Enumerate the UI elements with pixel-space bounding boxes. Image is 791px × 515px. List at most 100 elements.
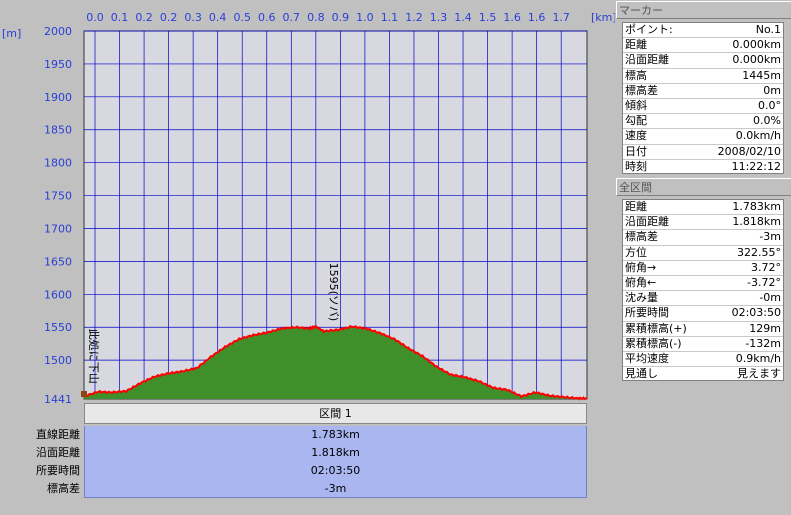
elevation-chart: 0.0 0.1 0.2 0.2 0.3 0.4 0.5 0.6 0.7 0.8 0.9 1.0 1.1 1… (2, 11, 615, 403)
y-tick-label: 1950 (44, 58, 72, 71)
info-row: 傾斜 0.0° (623, 98, 783, 115)
info-row: 距離 0.000km (623, 38, 783, 54)
x-tick-label: 0.1 (111, 11, 129, 24)
info-key: 俯角← (625, 275, 657, 289)
info-value: 0.0% (753, 114, 781, 128)
info-row: 標高差 -3m (623, 230, 783, 246)
info-value: 1445m (742, 68, 781, 82)
summary-label: 標高差 (47, 482, 80, 495)
info-row: 累積標高(+) 129m (623, 322, 783, 337)
start-marker[interactable] (81, 391, 87, 397)
whole-section-panel: 距離 1.783km 沿面距離 1.818km 標高差 -3m 方位 322.55° 俯角→ 3.… (622, 199, 784, 381)
info-row: 標高差 0m (623, 84, 783, 99)
info-key: 標高差 (625, 230, 658, 244)
info-key: 所要時間 (625, 306, 669, 320)
y-tick-label: 1850 (44, 124, 72, 137)
info-key: 俯角→ (625, 260, 657, 274)
info-value: 0m (763, 83, 781, 97)
info-row: 沿面距離 1.818km (623, 215, 783, 231)
info-row: 俯角← -3.72° (623, 275, 783, 292)
info-row: 時刻 11:22:12 (623, 160, 783, 175)
x-tick-label: 0.6 (258, 11, 276, 24)
info-row: 速度 0.0km/h (623, 129, 783, 145)
y-tick-label: 1650 (44, 255, 72, 268)
info-row: 累積標高(-) -132m (623, 337, 783, 352)
y-unit-label: [m] (2, 27, 21, 40)
summary-value: 1.818km (84, 444, 587, 462)
summary-label: 沿面距離 (36, 446, 80, 459)
info-row: 沿面距離 0.000km (623, 53, 783, 69)
x-tick-label: 1.4 (454, 11, 472, 24)
info-value: 11:22:12 (731, 159, 781, 173)
info-value: 0.000km (732, 38, 781, 52)
info-row: 方位 322.55° (623, 246, 783, 261)
x-tick-label: 1.3 (430, 11, 448, 24)
info-row: 勾配 0.0% (623, 114, 783, 130)
summary-label: 所要時間 (36, 464, 80, 477)
x-tick-label: 0.7 (283, 11, 301, 24)
x-tick-label: 1.0 (356, 11, 374, 24)
marker-panel: ポイント: No.1 距離 0.000km 沿面距離 0.000km 標高 1445m 標高差 0… (622, 22, 784, 174)
info-key: 傾斜 (625, 98, 647, 112)
y-min-label: 1441 (44, 393, 72, 403)
x-tick-label: 1.6 (503, 11, 521, 24)
info-value: 2008/02/10 (717, 144, 781, 158)
x-tick-label: 0.2 (160, 11, 178, 24)
info-key: 速度 (625, 129, 647, 143)
x-unit-label: [km] (591, 11, 615, 24)
info-value: 0.000km (732, 53, 781, 67)
summary-row: 直線距離 1.783km (0, 426, 588, 444)
info-key: 見通し (625, 367, 658, 381)
x-tick-label: 1.7 (552, 11, 570, 24)
y-tick-label: 1500 (44, 354, 72, 367)
info-value: -3m (759, 230, 781, 244)
info-value: 1.818km (732, 215, 781, 229)
info-key: 沿面距離 (625, 53, 669, 67)
whole-panel-header: 全区間 (616, 178, 791, 196)
info-key: 方位 (625, 245, 647, 259)
info-key: ポイント: (625, 23, 673, 36)
x-tick-label: 0.5 (233, 11, 251, 24)
x-tick-label: 1.2 (405, 11, 423, 24)
info-key: 時刻 (625, 159, 647, 173)
x-tick-label: 0.8 (307, 11, 325, 24)
summary-value: -3m (84, 480, 587, 498)
info-key: 沈み量 (625, 291, 658, 305)
x-tick-label: 0.2 (135, 11, 153, 24)
whole-title: 全区間 (619, 181, 652, 194)
info-key: 累積標高(-) (625, 336, 682, 350)
x-tick-label: 0.0 (86, 11, 104, 24)
info-value: 129m (749, 321, 781, 335)
x-tick-labels: 0.0 0.1 0.2 0.2 0.3 0.4 0.5 0.6 0.7 0.8 0.9 1.0 1.1 1… (86, 11, 570, 24)
x-tick-label: 1.1 (381, 11, 399, 24)
section-title: 区間 1 (319, 407, 352, 420)
marker-panel-header: マーカー (616, 1, 791, 19)
marker-title: マーカー (619, 4, 663, 17)
info-key: 勾配 (625, 114, 647, 128)
y-tick-label: 2000 (44, 25, 72, 38)
info-row: 所要時間 02:03:50 (623, 306, 783, 322)
info-row: 日付 2008/02/10 (623, 145, 783, 160)
info-key: 距離 (625, 38, 647, 52)
info-value: 0.0° (758, 98, 781, 112)
info-row: 標高 1445m (623, 69, 783, 84)
info-key: 日付 (625, 144, 647, 158)
info-value: 見えます (737, 367, 781, 381)
info-row: 見通し 見えます (623, 367, 783, 382)
summary-row: 標高差 -3m (0, 480, 588, 498)
info-value: 1.783km (732, 200, 781, 213)
info-value: 0.0km/h (735, 129, 781, 143)
info-value: 3.72° (751, 260, 781, 274)
section-summary-table: 直線距離 1.783km 沿面距離 1.818km 所要時間 02:03:50 標高差 -3m (0, 426, 588, 498)
info-value: 322.55° (737, 245, 781, 259)
info-row: 沈み量 -0m (623, 291, 783, 307)
section-title-bar[interactable]: 区間 1 (84, 403, 587, 424)
info-key: 累積標高(+) (625, 321, 687, 335)
y-tick-label: 1700 (44, 222, 72, 235)
x-tick-label: 0.3 (184, 11, 202, 24)
x-tick-label: 1.5 (479, 11, 497, 24)
x-tick-label: 0.9 (332, 11, 350, 24)
info-value: 0.9km/h (735, 351, 781, 365)
info-row: 距離 1.783km (623, 200, 783, 216)
summary-row: 所要時間 02:03:50 (0, 462, 588, 480)
